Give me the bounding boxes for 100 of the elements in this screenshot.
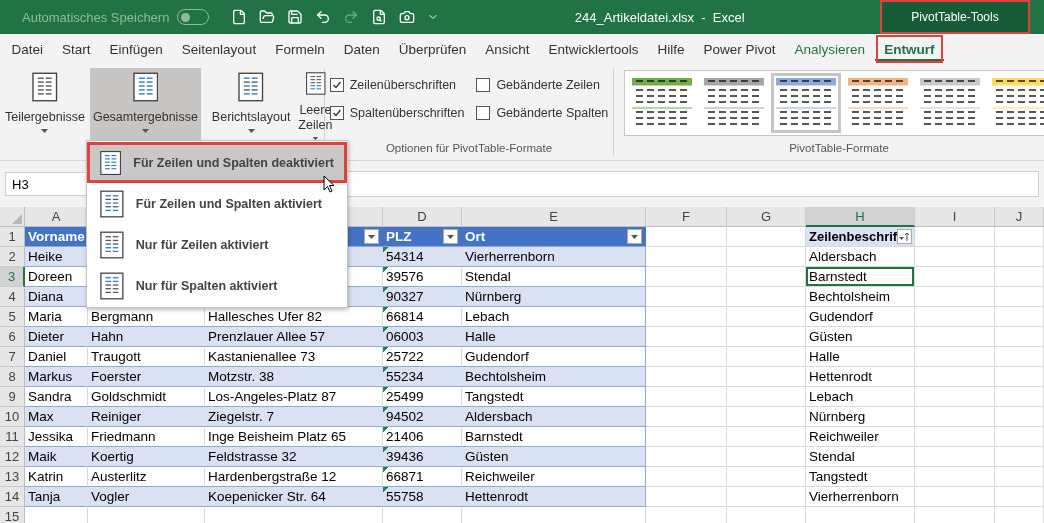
row-header[interactable]: 10 [0, 407, 25, 427]
table-cell: Lebach [462, 307, 646, 327]
menu-item[interactable]: Für Zeilen und Spalten aktiviert [87, 183, 347, 224]
table-cell: Stendal [462, 267, 646, 287]
mouse-pointer-icon [323, 175, 335, 193]
column-header[interactable]: H [806, 207, 915, 227]
pivot-row-label[interactable]: Lebach [806, 387, 915, 407]
checkbox[interactable]: Gebänderte Spalten [476, 106, 609, 120]
row-header[interactable]: 3 [0, 267, 25, 287]
grand-total-icon [100, 148, 122, 177]
row-header[interactable]: 13 [0, 467, 25, 487]
row-header[interactable]: 8 [0, 367, 25, 387]
table-cell: Bergmann [88, 307, 205, 327]
save-icon[interactable] [287, 9, 304, 25]
menu-item[interactable]: Nur für Zeilen aktiviert [87, 224, 347, 265]
new-file-icon[interactable] [231, 9, 248, 25]
open-folder-icon[interactable] [259, 9, 276, 25]
menu-item[interactable]: Nur für Spalten aktiviert [87, 265, 347, 306]
report-layout-icon [238, 72, 264, 102]
table-cell: 25722 [383, 347, 462, 367]
column-header[interactable]: E [462, 207, 646, 227]
row-header[interactable]: 9 [0, 387, 25, 407]
column-header[interactable]: G [727, 207, 806, 227]
ribbon-tab[interactable]: Hilfe [648, 34, 695, 64]
row-header[interactable]: 6 [0, 327, 25, 347]
filter-sort-button[interactable] [897, 229, 913, 244]
menu-item[interactable]: Für Zeilen und Spalten deaktiviert [87, 142, 347, 183]
table-cell: Prenzlauer Allee 57 [205, 327, 383, 347]
camera-icon[interactable] [399, 9, 416, 25]
caret-icon [447, 234, 454, 239]
table-cell: Markus [25, 367, 88, 387]
table-cell: Los-Angeles-Platz 87 [205, 387, 383, 407]
table-cell: Halle [462, 327, 646, 347]
ribbon-tab[interactable]: Überprüfen [389, 34, 476, 64]
row-header[interactable]: 15 [0, 507, 25, 523]
ribbon-button[interactable]: Berichtslayout [208, 68, 294, 140]
ribbon-tab[interactable]: Formeln [265, 34, 335, 64]
row-header[interactable]: 1 [0, 227, 25, 247]
table-cell: Inge Beisheim Platz 65 [205, 427, 383, 447]
pivot-row-label[interactable]: Hettenrodt [806, 367, 915, 387]
ribbon-tab[interactable]: Entwicklertools [539, 34, 649, 64]
filter-button[interactable] [364, 229, 379, 244]
table-cell: 94502 [383, 407, 462, 427]
pivot-row-label[interactable]: Halle [806, 347, 915, 367]
table-cell: Kastanienallee 73 [205, 347, 383, 367]
filter-button[interactable] [443, 229, 458, 244]
ribbon-tab[interactable]: Datei [2, 34, 53, 64]
table-cell: Vierherrenborn [462, 247, 646, 267]
table-cell: 39576 [383, 267, 462, 287]
pivot-row-label[interactable]: Güsten [806, 327, 915, 347]
table-cell: 66871 [383, 467, 462, 487]
table-cell: Dieter [25, 327, 88, 347]
pivot-row-label[interactable]: Vierherrenborn [806, 487, 915, 507]
table-cell: Bechtolsheim [462, 367, 646, 387]
checkmark-icon [331, 108, 342, 118]
pivot-row-label[interactable]: Tangstedt [806, 467, 915, 487]
context-tab-label: PivotTable-Tools [880, 0, 1030, 34]
column-header[interactable]: I [915, 207, 995, 227]
pivot-row-label[interactable]: Stendal [806, 447, 915, 467]
caret-icon [368, 234, 375, 239]
row-header[interactable]: 4 [0, 287, 25, 307]
table-cell: Maria [25, 307, 88, 327]
row-header[interactable]: 14 [0, 487, 25, 507]
pivot-row-label[interactable]: Barnstedt [806, 267, 915, 287]
ribbon-tab[interactable]: Power Pivot [694, 34, 786, 64]
pivot-row-label[interactable]: Gudendorf [806, 307, 915, 327]
caret-icon [141, 129, 149, 133]
table-cell: Hardenbergstraße 12 [205, 467, 383, 487]
ribbon-button[interactable]: Gesamtergebnisse [89, 68, 201, 140]
ribbon-tab[interactable]: Daten [334, 34, 390, 64]
table-style-swatch[interactable] [771, 73, 841, 133]
column-heading: PLZ [386, 228, 412, 246]
pivot-row-label[interactable]: Bechtolsheim [806, 287, 915, 307]
column-header[interactable]: A [25, 207, 88, 227]
ribbon-tab[interactable]: Ansicht [475, 34, 539, 64]
ribbon-tab[interactable]: Entwurf [874, 34, 944, 64]
pivot-row-label[interactable]: Aldersbach [806, 247, 915, 267]
ribbon-tab[interactable]: Einfügen [100, 34, 173, 64]
ribbon-tab[interactable]: Start [52, 34, 101, 64]
row-header[interactable]: 5 [0, 307, 25, 327]
undo-icon[interactable] [315, 9, 332, 25]
column-heading: Ort [465, 228, 486, 246]
column-header[interactable]: J [995, 207, 1044, 227]
table-cell: 66814 [383, 307, 462, 327]
row-header[interactable]: 7 [0, 347, 25, 367]
ribbon-button[interactable]: Teilergebnisse [2, 68, 88, 140]
pivot-row-label[interactable]: Reichweiler [806, 427, 915, 447]
ribbon-tab[interactable]: Analysieren [785, 34, 875, 64]
filter-button[interactable] [627, 229, 642, 244]
table-cell: Jessika [25, 427, 88, 447]
pivot-row-label[interactable]: Nürnberg [806, 407, 915, 427]
row-header[interactable]: 11 [0, 427, 25, 447]
column-header[interactable]: F [646, 207, 727, 227]
table-cell: 21406 [383, 427, 462, 447]
row-header[interactable]: 2 [0, 247, 25, 267]
ribbon-tab[interactable]: Seitenlayout [172, 34, 266, 64]
checkbox[interactable]: Gebänderte Zeilen [476, 78, 609, 92]
row-header[interactable]: 12 [0, 447, 25, 467]
column-header[interactable]: D [383, 207, 462, 227]
print-preview-icon[interactable] [371, 9, 388, 25]
